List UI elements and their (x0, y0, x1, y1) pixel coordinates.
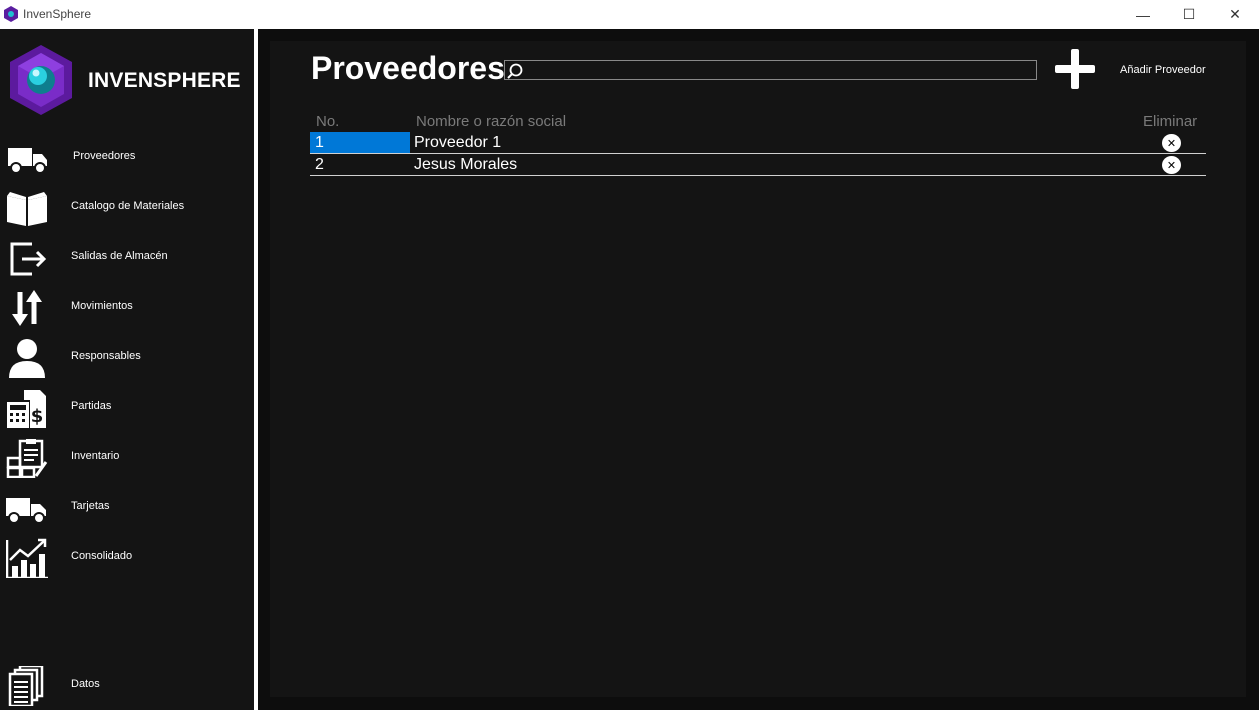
search-field[interactable] (504, 60, 1037, 80)
sidebar-item-label: Proveedores (73, 150, 136, 162)
sidebar-item-tarjetas[interactable]: Tarjetas (0, 486, 254, 530)
cell-name[interactable]: Proveedor 1 (414, 132, 501, 153)
cell-name[interactable]: Jesus Morales (414, 154, 517, 175)
sidebar-item-movimientos[interactable]: Movimientos (0, 286, 254, 330)
sidebar-item-label: Salidas de Almacén (71, 250, 168, 262)
page-title: Proveedores (311, 50, 505, 86)
add-provider-label[interactable]: Añadir Proveedor (1120, 64, 1206, 76)
brand-logo-icon (10, 45, 72, 115)
search-input[interactable] (527, 61, 1032, 79)
truck-icon (8, 148, 47, 174)
table-row[interactable]: 1 Proveedor 1 ✕ (310, 132, 1206, 154)
sidebar-item-label: Partidas (71, 400, 112, 412)
sidebar-item-datos[interactable]: Datos (0, 664, 254, 708)
app-logo-icon (4, 6, 18, 22)
sidebar-item-consolidado[interactable]: Consolidado (0, 536, 254, 580)
sidebar-item-label: Catalogo de Materiales (71, 200, 185, 212)
cell-no[interactable]: 1 (310, 132, 410, 153)
svg-text:$: $ (31, 406, 44, 427)
person-icon (9, 339, 45, 378)
table-row[interactable]: 2 Jesus Morales ✕ (310, 154, 1206, 176)
sidebar-item-inventario[interactable]: Inventario (0, 436, 254, 480)
sidebar-item-label: Consolidado (71, 550, 133, 562)
sidebar-item-label: Movimientos (71, 300, 133, 312)
sidebar-item-salidas[interactable]: Salidas de Almacén (0, 236, 254, 280)
column-header-no[interactable]: No. (316, 113, 339, 130)
column-header-delete[interactable]: Eliminar (1143, 113, 1197, 130)
up-down-arrows-icon (12, 290, 42, 326)
minimize-button[interactable]: — (1120, 0, 1166, 29)
clipboard-boxes-icon (6, 439, 48, 478)
sidebar-item-label: Responsables (71, 350, 141, 362)
truck-icon (6, 498, 46, 524)
sidebar-item-label: Datos (71, 678, 100, 690)
sidebar-item-label: Inventario (71, 450, 120, 462)
window-titlebar: InvenSphere — ☐ ✕ (0, 0, 1259, 29)
column-header-name[interactable]: Nombre o razón social (416, 113, 566, 130)
sidebar-item-proveedores[interactable]: Proveedores (0, 136, 254, 180)
growth-chart-icon (6, 538, 48, 578)
close-button[interactable]: ✕ (1212, 0, 1258, 29)
sidebar-item-catalogo[interactable]: Catalogo de Materiales (0, 186, 254, 230)
delete-row-button[interactable]: ✕ (1162, 156, 1181, 174)
add-icon[interactable] (1052, 47, 1098, 91)
calculator-money-icon: $ (7, 390, 46, 428)
sidebar-item-responsables[interactable]: Responsables (0, 336, 254, 380)
exit-arrow-icon (10, 242, 47, 276)
documents-icon (8, 666, 44, 706)
brand-name: INVENSPHERE (88, 69, 241, 92)
sidebar-item-label: Tarjetas (71, 500, 110, 512)
maximize-button[interactable]: ☐ (1166, 0, 1212, 29)
window-title: InvenSphere (23, 7, 92, 21)
cell-no[interactable]: 2 (310, 154, 410, 175)
open-book-icon (7, 192, 47, 226)
delete-row-button[interactable]: ✕ (1162, 134, 1181, 152)
sidebar-item-partidas[interactable]: $ Partidas (0, 386, 254, 430)
search-icon (507, 63, 523, 79)
